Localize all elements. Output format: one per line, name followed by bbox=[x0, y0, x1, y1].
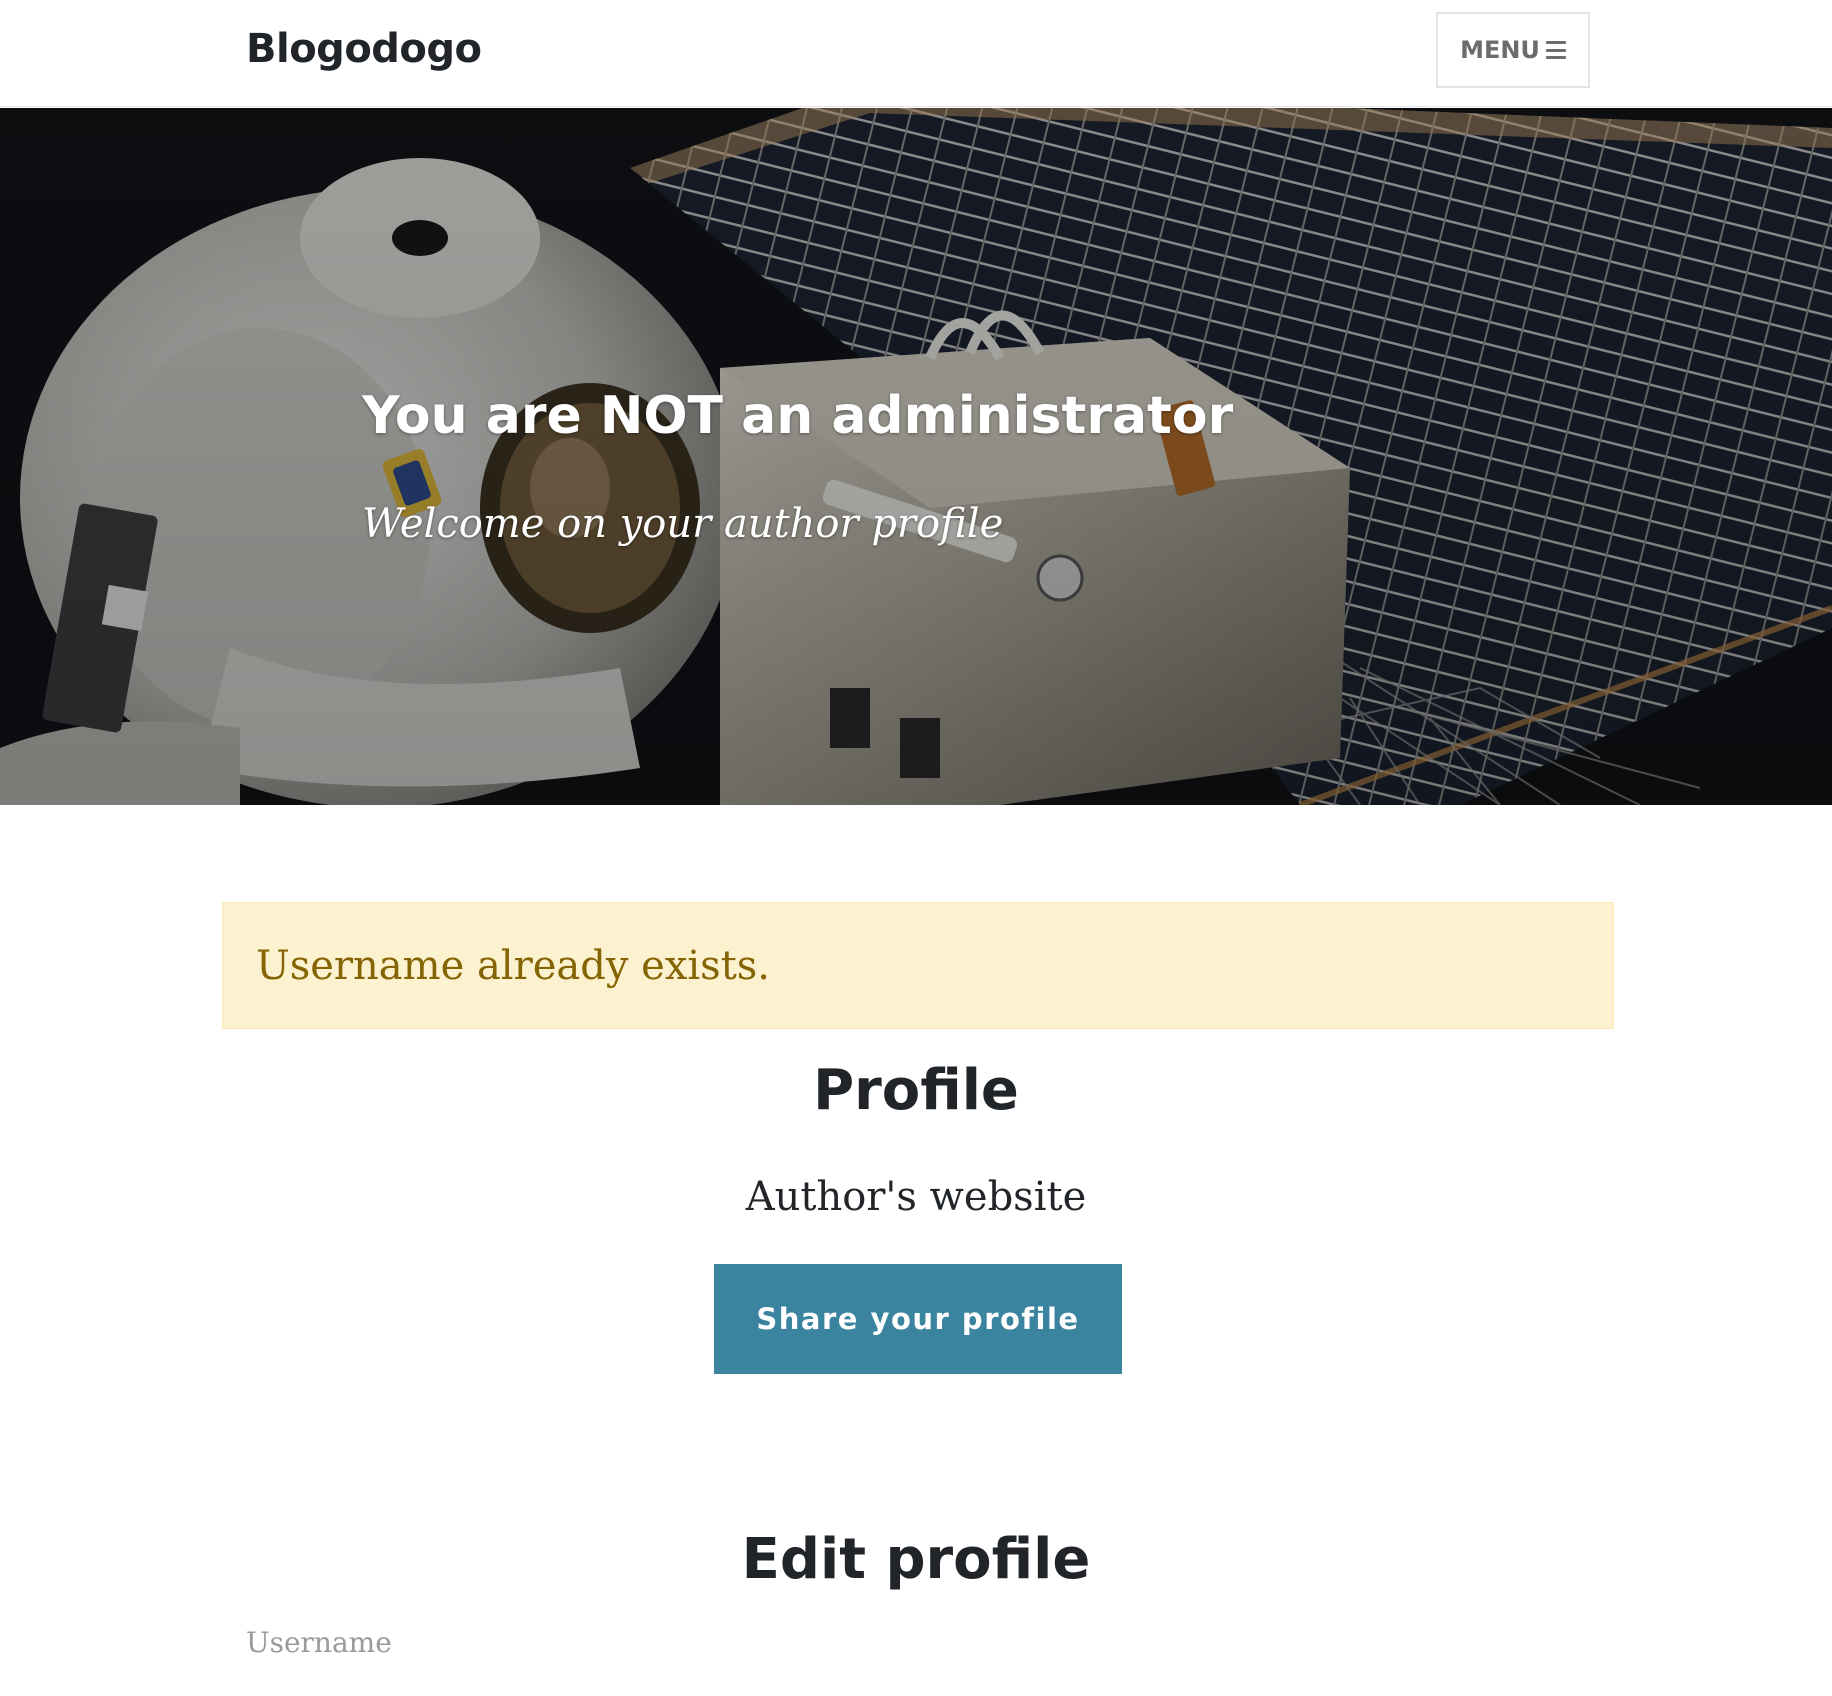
alert-message: Username already exists. bbox=[256, 942, 771, 989]
hero-title: You are NOT an administrator bbox=[362, 386, 1234, 446]
navbar: Blogodogo MENU bbox=[0, 0, 1832, 107]
profile-heading: Profile bbox=[813, 1058, 1019, 1123]
hero-background-image bbox=[0, 108, 1832, 805]
warning-alert: Username already exists. bbox=[222, 902, 1614, 1029]
edit-profile-heading: Edit profile bbox=[741, 1527, 1091, 1592]
brand-logo[interactable]: Blogodogo bbox=[246, 26, 482, 72]
hero-subtitle: Welcome on your author profile bbox=[362, 501, 1004, 547]
share-profile-button[interactable]: Share your profile bbox=[714, 1264, 1122, 1374]
bars-icon bbox=[1545, 41, 1566, 59]
menu-button[interactable]: MENU bbox=[1436, 12, 1590, 88]
username-label: Username bbox=[246, 1626, 392, 1659]
hero-banner: You are NOT an administrator Welcome on … bbox=[0, 108, 1832, 805]
menu-label: MENU bbox=[1460, 36, 1540, 64]
author-website-link[interactable]: Author's website bbox=[0, 1174, 1832, 1220]
